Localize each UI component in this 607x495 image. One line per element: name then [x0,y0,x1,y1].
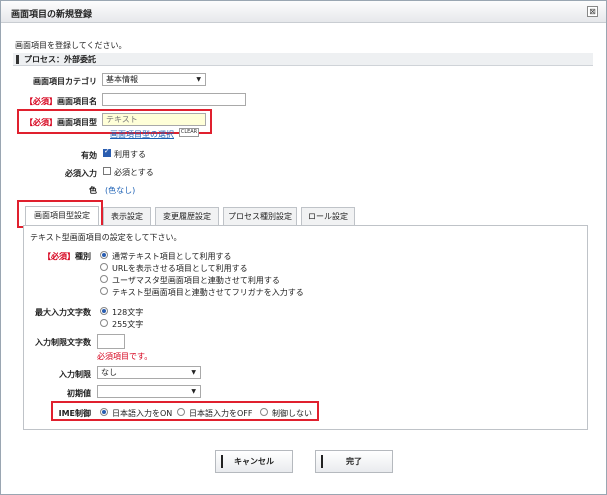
dialog-title: 画面項目の新規登録 [11,10,93,20]
clear-button[interactable]: CLEAR [179,128,199,137]
mandatory-checkbox-text: 必須とする [114,168,154,177]
item-name-label-text: 画面項目名 [57,97,97,106]
limit-length-label: 入力制限文字数 [35,338,91,347]
item-type-select-link[interactable]: 画面項目型の選択 [110,129,174,140]
tab-role-settings[interactable]: ロール設定 [301,207,355,225]
kind-option-normal: 通常テキスト項目として利用する [112,252,232,261]
limit-length-input[interactable] [97,334,125,349]
cancel-button-label: キャンセル [234,457,274,466]
kind-radio-url[interactable] [100,263,108,271]
done-button[interactable]: 完了 [315,450,393,473]
color-value-link[interactable]: (色なし) [105,185,135,196]
kind-radio-furigana[interactable] [100,287,108,295]
panel-description: テキスト型画面項目の設定をして下さい。 [30,233,182,242]
kind-option-user-master: ユーザマスタ型画面項目と連動させて利用する [112,276,280,285]
color-label: 色 [89,186,97,195]
kind-option-url: URLを表示させる項目として利用する [112,264,248,273]
done-button-label: 完了 [346,457,362,466]
intro-text: 画面項目を登録してください。 [15,41,127,50]
initial-value-select[interactable]: ▼ [97,385,201,398]
max-length-option-255: 255文字 [112,320,144,329]
enabled-label: 有効 [81,151,97,160]
close-icon[interactable]: ⊠ [587,6,598,17]
cancel-button[interactable]: キャンセル [215,450,293,473]
ime-control-highlight [51,401,319,421]
input-restriction-select[interactable]: なし ▼ [97,366,201,379]
chevron-down-icon: ▼ [191,369,196,376]
item-type-label: 【必須】画面項目型 [25,117,97,128]
item-name-input[interactable] [102,93,246,106]
process-section-header: プロセス：外部委託 [13,53,593,66]
item-type-input[interactable]: テキスト [102,113,206,126]
mandatory-label: 必須入力 [65,169,97,178]
category-label: 画面項目カテゴリ [33,77,97,86]
enabled-checkbox[interactable] [103,147,111,157]
enabled-checkbox-text: 利用する [114,150,146,159]
item-type-label-text: 画面項目型 [57,118,97,127]
kind-label: 【必須】種別 [43,251,91,262]
max-length-label: 最大入力文字数 [35,308,91,317]
max-length-option-128: 128文字 [112,308,144,317]
active-tab-highlight [17,200,103,228]
input-restriction-label: 入力制限 [59,370,91,379]
chevron-down-icon: ▼ [191,388,196,395]
process-section-title: プロセス：外部委託 [24,55,96,64]
category-select-value: 基本情報 [106,75,138,84]
limit-length-error: 必須項目です。 [97,352,153,361]
tab-process-type-settings[interactable]: プロセス種別設定 [223,207,297,225]
kind-radio-normal[interactable] [100,251,108,259]
initial-value-label: 初期値 [67,389,91,398]
item-name-label: 【必須】画面項目名 [25,96,97,107]
mandatory-checkbox[interactable] [103,167,111,175]
max-length-radio-128[interactable] [100,307,108,315]
tab-display-settings[interactable]: 表示設定 [103,207,151,225]
kind-radio-user-master[interactable] [100,275,108,283]
required-tag: 【必須】 [43,252,75,261]
required-tag: 【必須】 [25,97,57,106]
tab-history-settings[interactable]: 変更履歴設定 [155,207,219,225]
max-length-radio-255[interactable] [100,319,108,327]
new-screen-item-dialog: 画面項目の新規登録 ⊠ 画面項目を登録してください。 プロセス：外部委託 画面項… [0,0,607,495]
required-tag: 【必須】 [25,118,57,127]
item-type-settings-panel: テキスト型画面項目の設定をして下さい。 【必須】種別 通常テキスト項目として利用… [23,225,588,430]
kind-label-text: 種別 [75,252,91,261]
kind-option-furigana: テキスト型画面項目と連動させてフリガナを入力する [112,288,304,297]
category-select[interactable]: 基本情報 ▼ [102,73,206,86]
input-restriction-value: なし [101,368,117,377]
dialog-titlebar: 画面項目の新規登録 ⊠ [1,1,606,23]
chevron-down-icon: ▼ [196,76,201,83]
